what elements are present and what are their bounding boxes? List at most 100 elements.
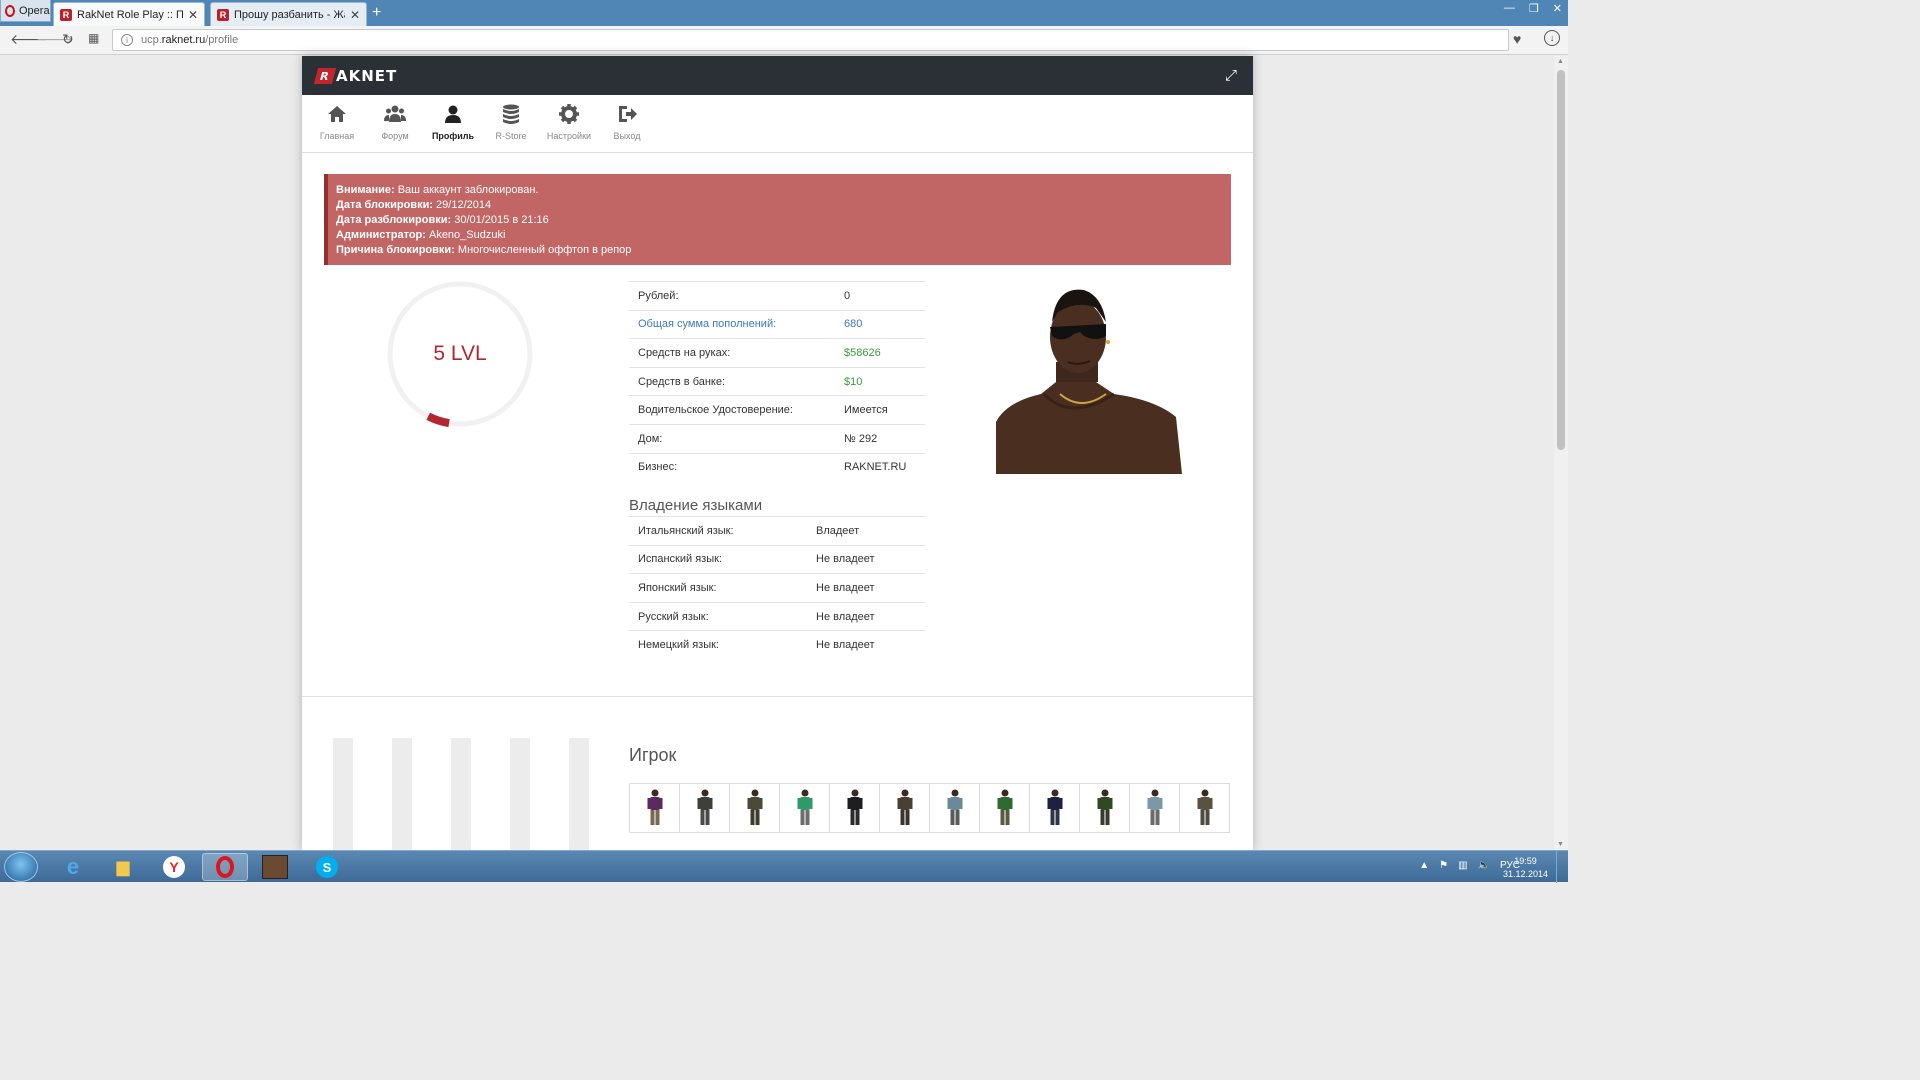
page-scrollbar[interactable]: ▲ ▼ — [1554, 56, 1568, 850]
player-skins-heading: Игрок — [629, 745, 677, 765]
skin-option[interactable] — [629, 783, 680, 833]
skin-option[interactable] — [979, 783, 1030, 833]
new-tab-plus-icon[interactable]: + — [372, 4, 381, 22]
logo-text: AKNET — [336, 66, 398, 85]
nav-settings[interactable]: Настройки — [540, 95, 598, 152]
languages-table: Итальянский язык: Владеет Испанский язык:… — [629, 516, 925, 659]
table-row: Бизнес: RAKNET.RU — [629, 452, 925, 482]
logo-mark: R — [313, 67, 337, 84]
network-icon[interactable]: ▥ — [1458, 860, 1467, 871]
clock-date: 31.12.2014 — [1502, 869, 1548, 879]
yandex-icon[interactable]: Y — [151, 853, 197, 881]
skin-option[interactable] — [1179, 783, 1230, 833]
table-row: Средств на руках: $58626 — [629, 338, 925, 367]
skin-figure — [697, 789, 712, 825]
skin-figure — [1047, 789, 1062, 825]
tray-expand-icon[interactable]: ▲ — [1419, 860, 1429, 871]
nav-forum[interactable]: Форум — [366, 95, 424, 152]
show-desktop-button[interactable] — [1556, 851, 1568, 883]
reload-icon[interactable]: ↻ — [62, 31, 74, 48]
nav-rstore[interactable]: R-Store — [482, 95, 540, 152]
nav-label: Выход — [613, 131, 641, 141]
table-row: Рублей: 0 — [629, 281, 925, 310]
skin-figure — [747, 789, 762, 825]
user-icon — [445, 105, 461, 123]
table-row: Водительское Удостоверение: Имеется — [629, 395, 925, 424]
start-button[interactable] — [4, 852, 38, 882]
table-row-total-deposits[interactable]: Общая сумма пополнений: 680 — [629, 309, 925, 339]
table-row: Итальянский язык: Владеет — [629, 516, 925, 545]
ie-icon[interactable]: e — [50, 853, 96, 881]
table-row: Русский язык: Не владеет — [629, 601, 925, 631]
site-header: R AKNET ⤢ — [302, 56, 1253, 95]
opera-icon[interactable] — [202, 853, 248, 881]
skin-option[interactable] — [729, 783, 780, 833]
close-window-icon[interactable]: ✕ — [1553, 2, 1562, 15]
skin-option[interactable] — [1129, 783, 1180, 833]
skin-option[interactable] — [929, 783, 980, 833]
tab-unban-request[interactable]: R Прошу разбанить - Жалобы ✕ — [210, 2, 367, 26]
skin-option[interactable] — [1079, 783, 1130, 833]
table-row: Дом: № 292 — [629, 423, 925, 453]
gta-icon[interactable] — [252, 853, 298, 881]
database-icon — [503, 104, 519, 124]
scroll-up-arrow-icon[interactable]: ▲ — [1557, 58, 1564, 65]
opera-menu-button[interactable]: Opera — [0, 0, 51, 22]
windows-taskbar: e ▆ Y S ▲ ⚑ ▥ 🔈 РУС 19:59 31.12.2014 — [0, 850, 1568, 883]
taskbar-clock[interactable]: 19:59 31.12.2014 — [1503, 855, 1548, 881]
table-row: Немецкий язык: Не владеет — [629, 630, 925, 659]
action-center-flag-icon[interactable]: ⚑ — [1439, 860, 1448, 871]
download-icon[interactable]: ↓ — [1544, 30, 1560, 46]
skin-figure — [947, 789, 962, 825]
home-icon — [328, 106, 346, 122]
users-icon — [384, 105, 406, 122]
character-avatar — [996, 289, 1182, 474]
level-progress-circle: 5 LVL — [386, 280, 534, 428]
fullscreen-icon[interactable]: ⤢ — [1225, 67, 1237, 84]
skin-option[interactable] — [679, 783, 730, 833]
placeholder-bar — [392, 738, 412, 850]
tab-title: RakNet Role Play :: Профиль — [77, 8, 183, 21]
speed-dial-grid-icon[interactable]: ▦ — [88, 31, 99, 45]
nav-label: Настройки — [546, 131, 592, 141]
skype-icon[interactable]: S — [304, 853, 350, 881]
skin-figure — [1147, 789, 1162, 825]
nav-logout[interactable]: Выход — [598, 95, 656, 152]
skin-option[interactable] — [879, 783, 930, 833]
opera-menu-label: Opera — [19, 4, 50, 17]
raknet-favicon-icon: R — [60, 8, 72, 21]
minimize-icon[interactable]: — — [1504, 2, 1515, 15]
site-info-icon[interactable]: i — [121, 34, 133, 46]
nav-profile[interactable]: Профиль — [424, 95, 482, 152]
address-bar: 🡐 🡒 ↻ ▦ i ucp.raknet.ru/profile ♥ ↓ — [0, 26, 1568, 55]
nav-home[interactable]: Главная — [308, 95, 366, 152]
skin-option[interactable] — [1029, 783, 1080, 833]
main-nav: Главная Форум Профиль R-Store Настройки … — [302, 95, 1253, 153]
placeholder-bar — [333, 738, 353, 850]
url-input[interactable]: i ucp.raknet.ru/profile — [112, 29, 1509, 51]
opera-icon — [5, 4, 15, 17]
close-icon[interactable]: ✕ — [188, 8, 198, 22]
table-row: Средств в банке: $10 — [629, 366, 925, 396]
skins-list — [629, 783, 1230, 833]
close-icon[interactable]: ✕ — [350, 8, 360, 22]
heart-icon[interactable]: ♥ — [1513, 31, 1521, 47]
table-row: Японский язык: Не владеет — [629, 573, 925, 602]
tab-raknet-profile[interactable]: R RakNet Role Play :: Профиль ✕ — [53, 2, 205, 26]
explorer-icon[interactable]: ▆ — [100, 853, 146, 881]
level-label: 5 LVL — [433, 342, 487, 365]
maximize-icon[interactable]: ❐ — [1529, 2, 1539, 15]
tab-title: Прошу разбанить - Жалобы — [234, 8, 345, 21]
gear-icon — [559, 104, 579, 124]
placeholder-bar — [451, 738, 471, 850]
raknet-logo[interactable]: R AKNET — [313, 66, 398, 85]
volume-icon[interactable]: 🔈 — [1478, 860, 1490, 871]
scroll-down-arrow-icon[interactable]: ▼ — [1557, 841, 1564, 848]
scroll-thumb[interactable] — [1557, 70, 1565, 450]
raknet-favicon-icon: R — [217, 8, 229, 21]
skin-figure — [1197, 789, 1212, 825]
section-divider — [302, 696, 1253, 697]
skin-option[interactable] — [779, 783, 830, 833]
skin-option[interactable] — [829, 783, 880, 833]
browser-tabbar: Opera R RakNet Role Play :: Профиль ✕ R … — [0, 0, 1568, 26]
